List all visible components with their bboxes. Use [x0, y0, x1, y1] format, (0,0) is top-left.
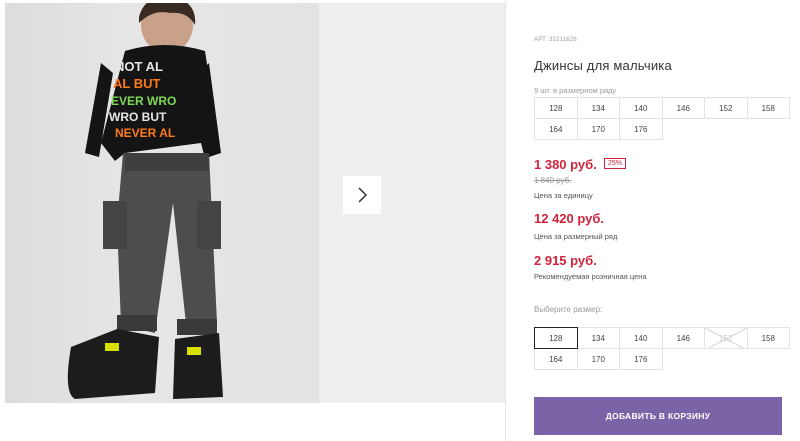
article-number: АРТ. 32211626 — [534, 37, 577, 43]
size-row-grid: 128 134 140 146 152 158 164 170 176 — [534, 97, 790, 140]
size-select-label: Выберите размер: — [534, 305, 603, 314]
gallery-next-button[interactable] — [343, 176, 381, 214]
size-option-selected[interactable]: 128 — [534, 327, 578, 349]
row-size-cell: 176 — [619, 118, 663, 140]
discount-badge: 25% — [604, 158, 627, 169]
strikethrough-icon — [705, 328, 747, 348]
size-option[interactable]: 176 — [619, 348, 663, 370]
size-option[interactable]: 170 — [576, 348, 620, 370]
size-option[interactable]: 140 — [619, 327, 663, 349]
unit-price-label: Цена за единицу — [534, 191, 593, 200]
chevron-right-icon — [358, 187, 368, 203]
row-size-cell: 146 — [661, 97, 705, 119]
row-size-cell: 164 — [534, 118, 578, 140]
add-to-cart-button[interactable]: ДОБАВИТЬ В КОРЗИНУ — [534, 397, 782, 435]
svg-text:EVER WRO: EVER WRO — [111, 94, 176, 108]
row-price-label: Цена за размерный ряд — [534, 232, 618, 241]
size-option-unavailable: 152 — [704, 327, 748, 349]
size-option[interactable]: 164 — [534, 348, 578, 370]
row-size-cell: 140 — [619, 97, 663, 119]
svg-text:WRO BUT: WRO BUT — [109, 110, 167, 124]
row-size-cell: 170 — [576, 118, 620, 140]
svg-text:AL BUT: AL BUT — [113, 76, 160, 91]
rrp-label: Рекомендуемая розничная цена — [534, 272, 647, 281]
svg-text:NOT AL: NOT AL — [115, 59, 163, 74]
row-size-cell: 128 — [534, 97, 578, 119]
row-size-cell: 158 — [746, 97, 790, 119]
panel-divider — [505, 0, 506, 441]
size-option[interactable]: 134 — [576, 327, 620, 349]
row-size-cell: 134 — [576, 97, 620, 119]
product-photo-illustration: NOT AL AL BUT EVER WRO WRO BUT NEVER AL — [67, 3, 223, 399]
product-title: Джинсы для мальчика — [534, 58, 672, 73]
rrp-price: 2 915 руб. — [534, 253, 597, 268]
product-photo: NOT AL AL BUT EVER WRO WRO BUT NEVER AL — [5, 3, 319, 403]
price: 1 380 руб. — [534, 157, 597, 172]
size-option[interactable]: 146 — [661, 327, 705, 349]
svg-text:NEVER AL: NEVER AL — [115, 126, 175, 140]
row-info: 9 шт. в размерном ряду — [534, 86, 617, 95]
row-size-cell: 152 — [704, 97, 748, 119]
size-option[interactable]: 158 — [746, 327, 790, 349]
row-price: 12 420 руб. — [534, 211, 605, 226]
size-picker-grid: 128 134 140 146 152 158 164 170 176 — [534, 327, 790, 370]
old-price: 1 840 руб. — [534, 176, 572, 185]
